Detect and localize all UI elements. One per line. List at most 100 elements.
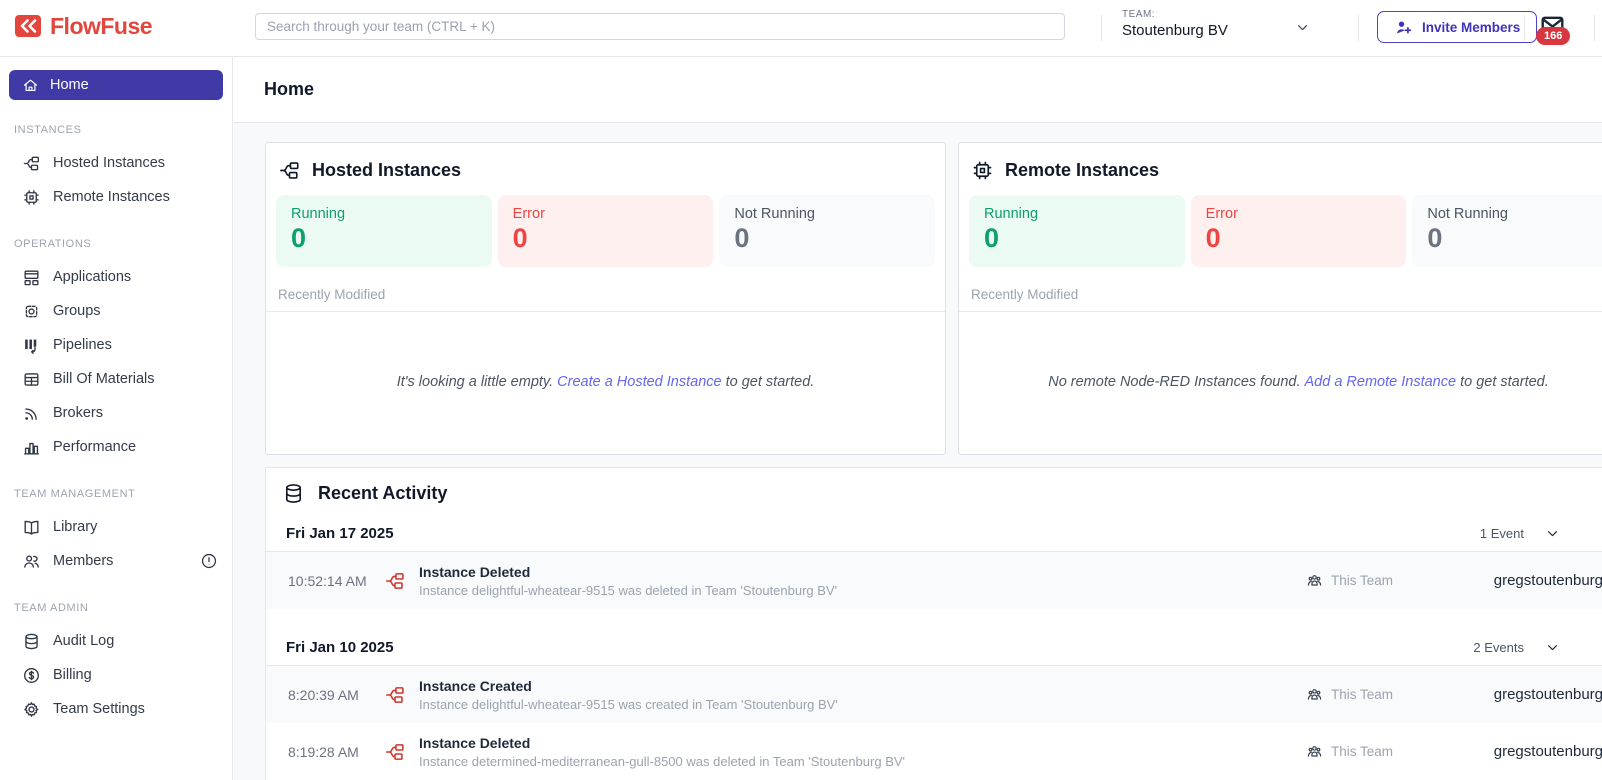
app-header: FlowFuse TEAM: Stoutenburg BV Invite Mem… <box>0 0 1602 57</box>
event-scope-label: This Team <box>1330 744 1393 759</box>
sidebar-item-pipelines[interactable]: Pipelines <box>0 328 232 362</box>
gear-icon <box>22 700 41 719</box>
book-open-icon <box>22 518 41 537</box>
sidebar-item-label: Brokers <box>53 405 103 421</box>
rss-icon <box>22 404 41 423</box>
event-description: Instance determined-mediterranean-gull-8… <box>419 753 906 769</box>
event-time: 10:52:14 AM <box>288 572 367 589</box>
team-selector[interactable]: TEAM: Stoutenburg BV <box>1122 9 1228 39</box>
activity-event-row[interactable]: 8:19:28 AM Instance Deleted Instance det… <box>266 723 1602 780</box>
sidebar-item-applications[interactable]: Applications <box>0 260 232 294</box>
chevron-down-icon[interactable] <box>1294 19 1311 36</box>
event-user: gregstoutenburg <box>1493 572 1602 589</box>
empty-text: to get started. <box>725 374 815 390</box>
chip-icon <box>971 159 994 182</box>
stat-value: 0 <box>512 223 528 253</box>
stat-label: Error <box>1205 206 1238 222</box>
event-time: 8:20:39 AM <box>288 686 359 703</box>
chevron-down-icon[interactable] <box>1544 639 1561 656</box>
empty-text: No remote Node-RED Instances found. <box>1048 374 1301 390</box>
applications-icon <box>22 268 41 287</box>
sidebar-item-brokers[interactable]: Brokers <box>0 396 232 430</box>
event-time: 8:19:28 AM <box>288 743 359 760</box>
sidebar-item-label: Remote Instances <box>53 189 170 205</box>
sidebar-item-groups[interactable]: Groups <box>0 294 232 328</box>
database-icon <box>22 632 41 651</box>
team-icon <box>1306 572 1323 589</box>
sidebar-item-hosted-instances[interactable]: Hosted Instances <box>0 146 232 180</box>
activity-event-row[interactable]: 8:20:39 AM Instance Created Instance del… <box>266 666 1602 723</box>
sidebar: Home INSTANCES Hosted Instances Remote I… <box>0 57 233 780</box>
dollar-circle-icon <box>22 666 41 685</box>
team-label: TEAM: <box>1122 9 1156 20</box>
hosted-instances-card-title: Hosted Instances <box>312 160 462 180</box>
hosted-running-stat: Running 0 <box>276 195 492 267</box>
remote-running-stat: Running 0 <box>969 195 1185 267</box>
team-search-input[interactable] <box>255 13 1065 40</box>
remote-not-running-stat: Not Running 0 <box>1412 195 1602 267</box>
sidebar-item-billing[interactable]: Billing <box>0 658 232 692</box>
remote-empty-state: No remote Node-RED Instances found. Add … <box>959 312 1602 452</box>
stat-label: Running <box>984 206 1039 222</box>
empty-text: It's looking a little empty. <box>396 374 554 390</box>
sidebar-item-performance[interactable]: Performance <box>0 430 232 464</box>
page-title: Home <box>264 79 315 99</box>
sidebar-item-bill-of-materials[interactable]: Bill Of Materials <box>0 362 232 396</box>
sidebar-item-remote-instances[interactable]: Remote Instances <box>0 180 232 214</box>
event-scope: This Team <box>1306 743 1393 760</box>
stat-value: 0 <box>1427 223 1443 253</box>
event-description: Instance delightful-wheatear-9515 was de… <box>419 582 838 598</box>
header-divider <box>1594 15 1595 41</box>
sidebar-item-label: Members <box>53 553 114 569</box>
sidebar-item-audit-log[interactable]: Audit Log <box>0 624 232 658</box>
event-title: Instance Deleted <box>419 734 531 751</box>
group-chip-icon <box>22 302 41 321</box>
chevron-down-icon[interactable] <box>1544 525 1561 542</box>
activity-group-count: 2 Events <box>1473 640 1524 655</box>
users-icon <box>22 552 41 571</box>
notifications-button[interactable]: 166 <box>1536 13 1571 45</box>
sidebar-item-members[interactable]: Members <box>0 544 232 578</box>
add-remote-instance-link[interactable]: Add a Remote Instance <box>1305 374 1457 390</box>
projects-icon <box>384 684 406 706</box>
sidebar-item-library[interactable]: Library <box>0 510 232 544</box>
remote-instances-card-title: Remote Instances <box>1005 160 1160 180</box>
bar-chart-icon <box>22 438 41 457</box>
projects-icon <box>22 154 41 173</box>
recent-activity-panel: Recent Activity Fri Jan 17 2025 1 Event … <box>265 467 1602 780</box>
sidebar-item-label: Performance <box>53 439 137 455</box>
pipelines-icon <box>22 336 41 355</box>
hosted-empty-state: It's looking a little empty. Create a Ho… <box>266 312 945 452</box>
hosted-not-running-stat: Not Running 0 <box>719 195 936 267</box>
sidebar-item-label: Bill Of Materials <box>53 371 155 387</box>
sidebar-item-team-settings[interactable]: Team Settings <box>0 692 232 726</box>
stat-value: 0 <box>984 223 1000 253</box>
invite-members-button[interactable]: Invite Members <box>1377 11 1538 43</box>
sidebar-item-label: Groups <box>53 303 101 319</box>
home-icon <box>22 77 39 94</box>
flowfuse-logo[interactable]: FlowFuse <box>14 12 153 40</box>
create-hosted-instance-link[interactable]: Create a Hosted Instance <box>557 374 721 390</box>
recent-activity-title: Recent Activity <box>318 483 448 503</box>
flowfuse-chevrons-icon <box>14 12 42 40</box>
team-icon <box>1306 743 1323 760</box>
table-icon <box>22 370 41 389</box>
sidebar-item-home[interactable]: Home <box>9 70 223 100</box>
activity-group: Fri Jan 10 2025 2 Events 8:20:39 AM Inst… <box>266 631 1602 780</box>
team-icon <box>1306 686 1323 703</box>
event-user: gregstoutenburg <box>1493 686 1602 703</box>
event-scope: This Team <box>1306 572 1393 589</box>
page-titlebar: Home <box>234 57 1602 123</box>
activity-group-date: Fri Jan 17 2025 <box>286 525 394 542</box>
stat-label: Not Running <box>734 206 815 222</box>
sidebar-home-label: Home <box>50 77 89 93</box>
activity-group-date: Fri Jan 10 2025 <box>286 639 394 656</box>
remote-error-stat: Error 0 <box>1190 195 1407 267</box>
activity-group-count: 1 Event <box>1479 526 1524 541</box>
sidebar-section-operations: OPERATIONS <box>14 238 92 250</box>
header-divider <box>1101 15 1102 41</box>
chip-icon <box>22 188 41 207</box>
event-title: Instance Created <box>419 677 532 694</box>
sidebar-item-label: Billing <box>53 667 92 683</box>
activity-event-row[interactable]: 10:52:14 AM Instance Deleted Instance de… <box>266 552 1602 609</box>
